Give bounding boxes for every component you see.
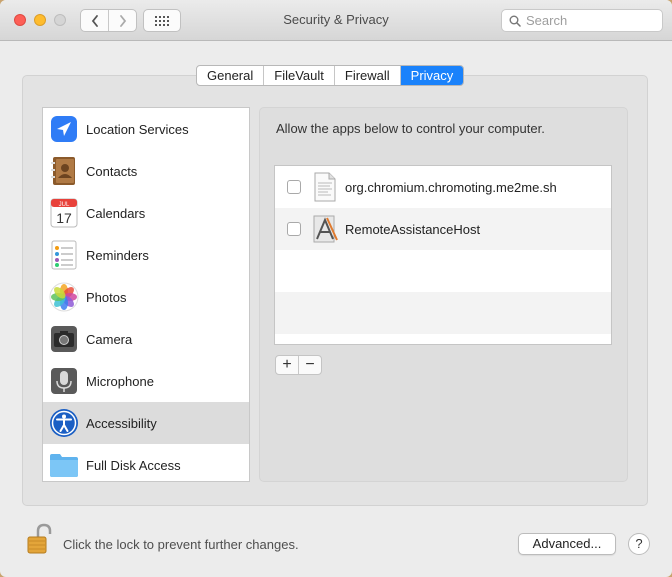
help-button[interactable]: ?: [628, 533, 650, 555]
tab-filevault[interactable]: FileVault: [263, 66, 334, 85]
calendar-day-text: 17: [56, 210, 72, 226]
sidebar-item-accessibility[interactable]: Accessibility: [43, 402, 249, 444]
advanced-button[interactable]: Advanced...: [518, 533, 616, 555]
add-remove-buttons: + −: [275, 355, 322, 375]
sidebar-item-label: Full Disk Access: [86, 457, 181, 473]
microphone-icon: [48, 365, 80, 397]
folder-icon: [48, 449, 80, 481]
sidebar-item-microphone[interactable]: Microphone: [43, 360, 249, 402]
app-name: RemoteAssistanceHost: [345, 221, 481, 237]
tab-privacy[interactable]: Privacy: [399, 66, 464, 85]
photos-flower-icon: [48, 281, 80, 313]
script-document-icon: [311, 170, 339, 204]
lock-status-text: Click the lock to prevent further change…: [63, 537, 299, 552]
empty-row: [275, 250, 611, 292]
reminders-list-icon: [48, 239, 80, 271]
app-checkbox[interactable]: [287, 180, 301, 194]
panel-description: Allow the apps below to control your com…: [276, 121, 545, 136]
sidebar-item-label: Camera: [86, 331, 133, 347]
app-list: org.chromium.chromoting.me2me.sh RemoteA…: [274, 165, 612, 345]
calendar-month-text: JUL: [59, 202, 70, 208]
remove-app-button[interactable]: −: [298, 356, 321, 374]
accessibility-icon: [48, 407, 80, 439]
sidebar-item-photos[interactable]: Photos: [43, 276, 249, 318]
application-icon: [311, 212, 339, 246]
tab-bar: General FileVault Firewall Privacy: [196, 65, 465, 86]
calendar-icon: JUL 17: [48, 197, 80, 229]
add-app-button[interactable]: +: [276, 356, 298, 374]
sidebar-item-label: Contacts: [86, 163, 138, 179]
sidebar-item-full-disk-access[interactable]: Full Disk Access: [43, 444, 249, 486]
privacy-category-list: Location Services Contacts JUL 17 Calend…: [42, 107, 250, 482]
sidebar-item-label: Reminders: [86, 247, 149, 263]
list-item[interactable]: org.chromium.chromoting.me2me.sh: [275, 166, 611, 208]
sidebar-item-label: Calendars: [86, 205, 146, 221]
sidebar-item-camera[interactable]: Camera: [43, 318, 249, 360]
sidebar-item-label: Photos: [86, 289, 127, 305]
sidebar-item-label: Microphone: [86, 373, 154, 389]
sidebar-item-location-services[interactable]: Location Services: [43, 108, 249, 150]
search-input[interactable]: [524, 12, 658, 29]
empty-row: [275, 292, 611, 334]
tab-firewall[interactable]: Firewall: [333, 66, 400, 85]
sidebar-item-label: Location Services: [86, 121, 189, 137]
list-item[interactable]: RemoteAssistanceHost: [275, 208, 611, 250]
tab-general[interactable]: General: [197, 66, 263, 85]
title-bar: Security & Privacy: [0, 0, 672, 41]
location-arrow-icon: [48, 113, 80, 145]
sidebar-item-label: Accessibility: [86, 415, 157, 431]
app-checkbox[interactable]: [287, 222, 301, 236]
sidebar-item-reminders[interactable]: Reminders: [43, 234, 249, 276]
search-icon: [509, 15, 521, 27]
preferences-window: Security & Privacy General FileVault Fir…: [0, 0, 672, 577]
sidebar-item-calendars[interactable]: JUL 17 Calendars: [43, 192, 249, 234]
camera-icon: [48, 323, 80, 355]
lock-icon[interactable]: [26, 523, 52, 558]
app-name: org.chromium.chromoting.me2me.sh: [345, 179, 557, 195]
contacts-book-icon: [48, 155, 80, 187]
search-field[interactable]: [501, 9, 663, 32]
sidebar-item-contacts[interactable]: Contacts: [43, 150, 249, 192]
